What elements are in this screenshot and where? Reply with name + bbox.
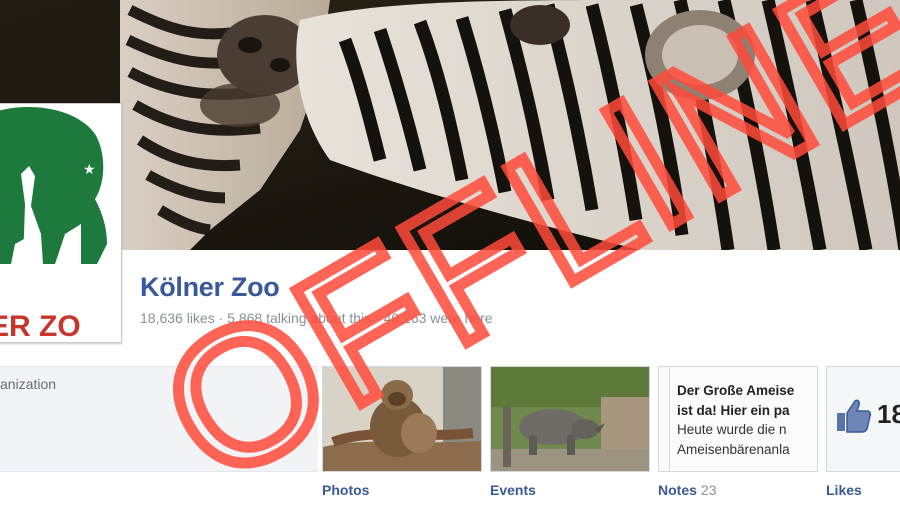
notes-label: Notes <box>658 482 697 498</box>
likes-link[interactable]: Likes <box>826 482 862 498</box>
thumbs-up-icon <box>837 399 872 433</box>
cover-photo[interactable] <box>0 0 900 250</box>
notes-link[interactable]: Notes 23 <box>658 482 716 498</box>
note-body-line-2: Ameisenbärenanla <box>677 441 790 457</box>
likes-tile[interactable]: 18 <box>826 366 900 472</box>
notes-count: 23 <box>700 482 717 498</box>
page-title[interactable]: Kölner Zoo <box>140 272 280 303</box>
rhino-photo <box>491 367 649 471</box>
note-body-line-1: Heute wurde die n <box>677 422 787 437</box>
note-preview: Der Große Ameise ist da! Hier ein pa Heu… <box>677 381 817 459</box>
zebra-cover-image <box>0 0 900 250</box>
svg-text:★: ★ <box>83 162 96 178</box>
elephant-silhouette-icon <box>0 107 107 264</box>
note-title-line-1: Der Große Ameise <box>677 383 795 398</box>
events-link[interactable]: Events <box>490 482 536 498</box>
notes-tile[interactable]: Der Große Ameise ist da! Hier ein pa Heu… <box>658 366 818 472</box>
page-stats: 18,636 likes · 5,868 talking about this … <box>140 310 493 326</box>
notes-margin-line <box>669 367 671 471</box>
likes-count: 18 <box>877 399 900 429</box>
note-title-line-2: ist da! Hier ein pa <box>677 402 790 418</box>
photos-tile[interactable] <box>322 366 482 472</box>
page-category: anization <box>0 376 57 392</box>
zoo-logo: ★ ER ZO <box>0 104 121 342</box>
photos-link[interactable]: Photos <box>322 482 369 498</box>
monkey-photo <box>323 367 481 471</box>
events-tile[interactable] <box>490 366 650 472</box>
logo-wordmark: ER ZO <box>0 310 81 342</box>
profile-picture[interactable]: ★ ER ZO <box>0 103 122 343</box>
